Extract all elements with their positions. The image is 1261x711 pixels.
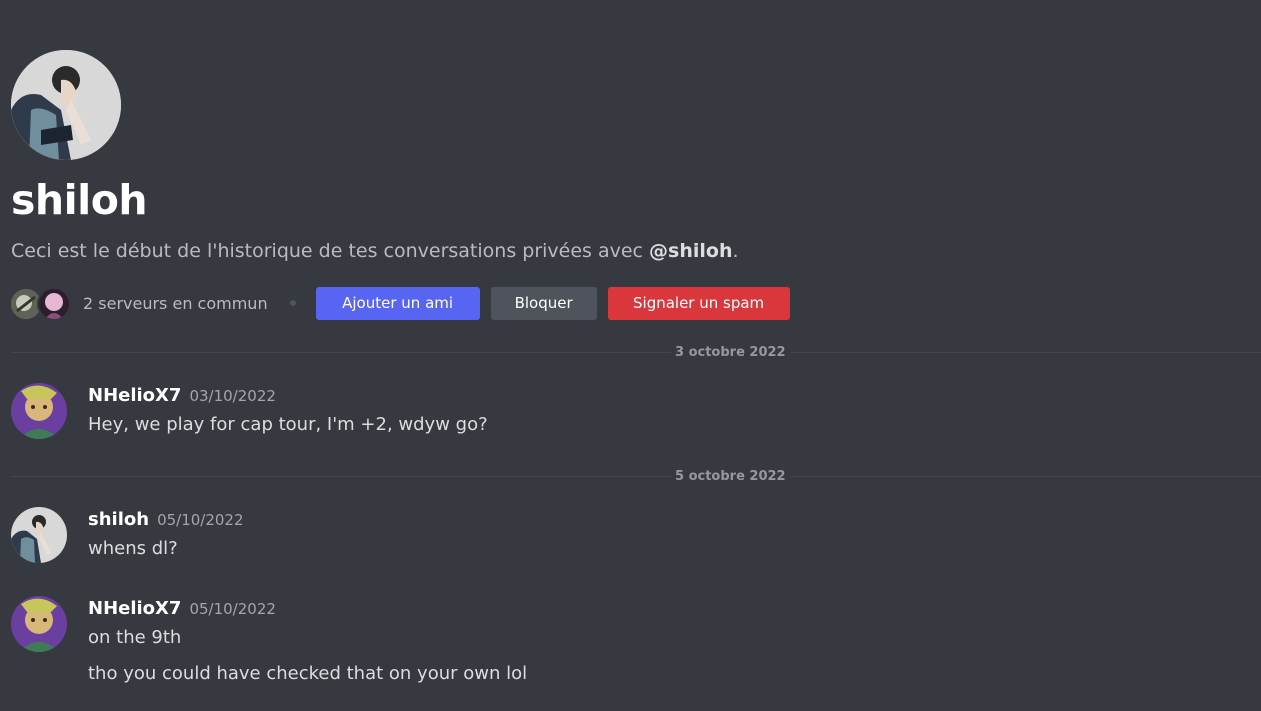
message-timestamp: 05/10/2022	[189, 600, 276, 618]
intro-suffix: .	[732, 240, 739, 262]
date-divider-label: 5 octobre 2022	[671, 467, 790, 487]
message-text: tho you could have checked that on your …	[88, 663, 528, 684]
separator-dot	[289, 300, 296, 306]
server-icon	[37, 287, 71, 321]
message-timestamp: 03/10/2022	[189, 387, 276, 405]
message-avatar[interactable]	[11, 383, 67, 439]
message-group: shiloh 05/10/2022 whens dl?	[11, 507, 1261, 567]
message-text: Hey, we play for cap tour, I'm +2, wdyw …	[88, 414, 488, 435]
conversation-intro: Ceci est le début de l'historique de tes…	[11, 238, 739, 264]
date-divider-label: 3 octobre 2022	[671, 343, 790, 363]
date-divider: 5 octobre 2022	[11, 467, 1261, 487]
mutual-servers-label[interactable]: 2 serveurs en commun	[83, 294, 268, 313]
message-avatar[interactable]	[11, 507, 67, 563]
profile-name: shiloh	[11, 176, 148, 224]
divider-line	[11, 476, 1261, 477]
mutual-actions-row: 2 serveurs en commun Ajouter un ami Bloq…	[9, 285, 790, 321]
report-spam-button[interactable]: Signaler un spam	[607, 286, 790, 320]
message-group: NHelioX7 05/10/2022 on the 9th tho you co…	[11, 596, 1261, 696]
message-avatar[interactable]	[11, 596, 67, 652]
message-author[interactable]: NHelioX7	[88, 385, 181, 406]
block-button[interactable]: Bloquer	[490, 286, 597, 320]
message-author[interactable]: shiloh	[88, 509, 149, 530]
divider-line	[11, 352, 1261, 353]
dm-channel-view: shiloh Ceci est le début de l'historique…	[0, 0, 1261, 711]
message-header: NHelioX7 05/10/2022	[88, 596, 276, 622]
message-text: on the 9th	[88, 627, 182, 648]
message-text: whens dl?	[88, 538, 178, 559]
intro-prefix: Ceci est le début de l'historique de tes…	[11, 240, 650, 262]
intro-mention[interactable]: @shiloh	[649, 240, 732, 262]
message-author[interactable]: NHelioX7	[88, 598, 181, 619]
message-header: NHelioX7 03/10/2022	[88, 383, 276, 409]
avatar-illustration	[11, 50, 121, 160]
message-timestamp: 05/10/2022	[157, 511, 244, 529]
mutual-server-icons[interactable]	[9, 285, 75, 321]
message-header: shiloh 05/10/2022	[88, 507, 244, 533]
message-group: NHelioX7 03/10/2022 Hey, we play for cap …	[11, 383, 1261, 443]
add-friend-button[interactable]: Ajouter un ami	[315, 286, 480, 320]
profile-avatar[interactable]	[11, 50, 121, 160]
date-divider: 3 octobre 2022	[11, 343, 1261, 363]
